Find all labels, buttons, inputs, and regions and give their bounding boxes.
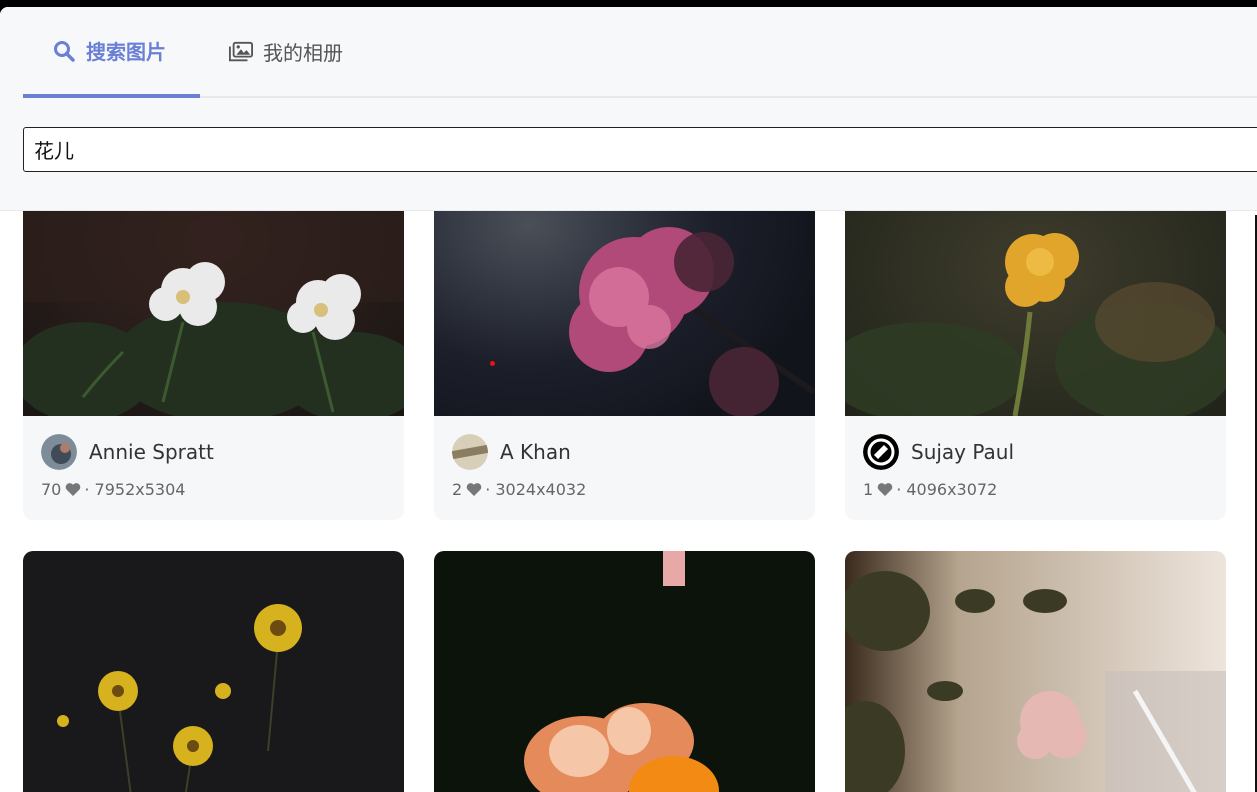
- author-info[interactable]: Sujay Paul: [863, 434, 1014, 470]
- app-window: Annie Spratt 70 · 7952x5304 A Khan 2 · 3…: [0, 7, 1257, 792]
- tab-search-label: 搜索图片: [86, 40, 166, 64]
- like-count: 70: [41, 480, 62, 499]
- author-name[interactable]: A Khan: [500, 440, 571, 464]
- photo-dimensions: 7952x5304: [94, 480, 186, 499]
- like-count: 2: [452, 480, 463, 499]
- avatar[interactable]: [863, 434, 899, 470]
- cursor-marker: [490, 361, 495, 366]
- avatar[interactable]: [452, 434, 488, 470]
- images-icon: [229, 40, 253, 64]
- separator: ·: [485, 480, 496, 499]
- top-header: 搜索图片 我的相册: [0, 7, 1257, 211]
- tab-search-images[interactable]: 搜索图片: [23, 7, 200, 98]
- photo-thumbnail[interactable]: [23, 551, 404, 792]
- separator: ·: [84, 480, 95, 499]
- photo-dimensions: 3024x4032: [495, 480, 587, 499]
- tab-bar: 搜索图片 我的相册: [23, 7, 1257, 98]
- avatar[interactable]: [41, 434, 77, 470]
- separator: ·: [896, 480, 907, 499]
- photo-thumbnail[interactable]: [845, 551, 1226, 792]
- heart-icon: [66, 483, 81, 496]
- card-meta: Annie Spratt 70 · 7952x5304: [23, 416, 404, 520]
- author-name[interactable]: Annie Spratt: [89, 440, 214, 464]
- photo-dimensions: 4096x3072: [906, 480, 998, 499]
- result-card-6[interactable]: [845, 551, 1226, 792]
- heart-icon: [877, 483, 893, 496]
- tab-album-label: 我的相册: [263, 41, 343, 65]
- photo-thumbnail[interactable]: [434, 551, 815, 792]
- author-info[interactable]: A Khan: [452, 434, 571, 470]
- photo-stats: 2 · 3024x4032: [452, 480, 586, 499]
- author-info[interactable]: Annie Spratt: [41, 434, 214, 470]
- heart-icon: [466, 483, 482, 496]
- author-name[interactable]: Sujay Paul: [911, 440, 1014, 464]
- photo-stats: 1 · 4096x3072: [863, 480, 997, 499]
- search-icon: [52, 39, 76, 63]
- result-card-4[interactable]: [23, 551, 404, 792]
- card-meta: Sujay Paul 1 · 4096x3072: [845, 416, 1226, 520]
- result-card-5[interactable]: [434, 551, 815, 792]
- like-count: 1: [863, 480, 874, 499]
- photo-stats: 70 · 7952x5304: [41, 480, 185, 499]
- search-input[interactable]: [23, 127, 1257, 172]
- tab-my-album[interactable]: 我的相册: [229, 7, 343, 96]
- card-meta: A Khan 2 · 3024x4032: [434, 416, 815, 520]
